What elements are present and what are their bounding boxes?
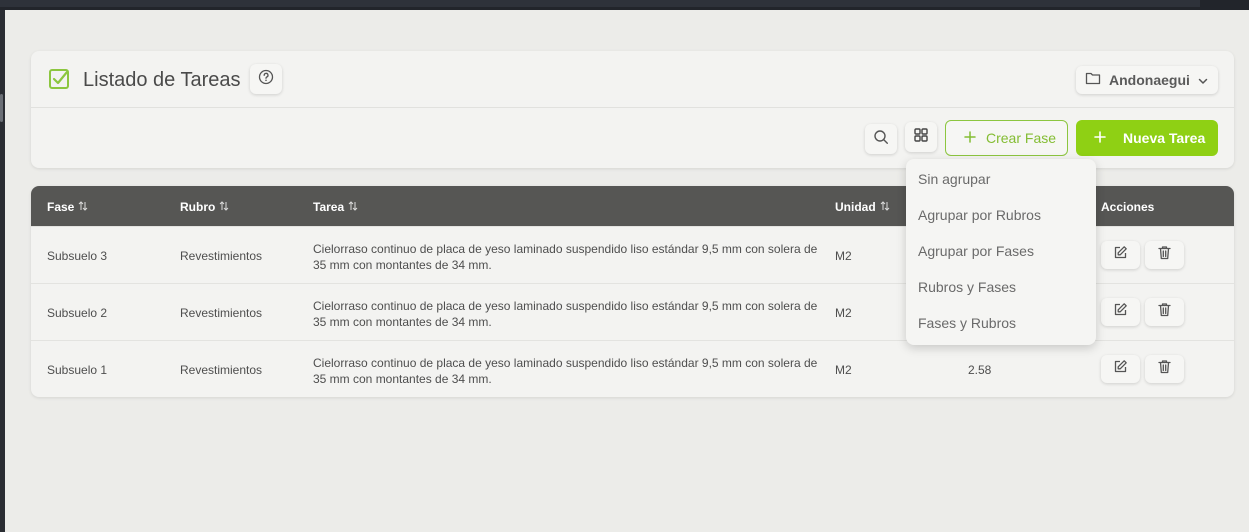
project-selector[interactable]: Andonaegui [1076, 66, 1218, 94]
column-label: Acciones [1101, 200, 1155, 214]
cell-tarea: Cielorraso continuo de placa de yeso lam… [313, 299, 818, 329]
folder-icon [1085, 71, 1101, 90]
help-icon [258, 69, 274, 90]
table-row[interactable]: Subsuelo 1 Revestimientos Cielorraso con… [31, 340, 1234, 397]
left-edge-panel [0, 10, 5, 532]
edit-icon [1113, 245, 1128, 265]
delete-button[interactable] [1145, 241, 1184, 269]
column-header-fase[interactable]: Fase [47, 200, 88, 214]
header-divider [31, 107, 1234, 108]
create-phase-label: Crear Fase [986, 130, 1057, 146]
column-header-acciones: Acciones [1101, 200, 1154, 214]
edit-button[interactable] [1101, 355, 1140, 383]
cell-rubro: Revestimientos [180, 306, 263, 320]
page-title: Listado de Tareas [83, 69, 241, 91]
edit-button[interactable] [1101, 298, 1140, 326]
column-label: Unidad [835, 200, 876, 214]
create-phase-button[interactable]: Crear Fase [945, 120, 1068, 156]
column-header-unidad[interactable]: Unidad [835, 200, 890, 214]
menu-item-rubros-y-fases[interactable]: Rubros y Fases [918, 279, 1016, 295]
sort-icon [880, 200, 890, 214]
cell-fase: Subsuelo 3 [47, 249, 108, 263]
edit-button[interactable] [1101, 241, 1140, 269]
column-header-tarea[interactable]: Tarea [313, 200, 358, 214]
search-icon [873, 129, 889, 150]
menu-item-sin-agrupar[interactable]: Sin agrupar [918, 171, 990, 187]
top-bar-inner [0, 0, 1200, 7]
new-task-button[interactable]: Nueva Tarea [1076, 120, 1218, 156]
column-label: Fase [47, 200, 75, 214]
cell-unidad: M2 [835, 363, 852, 377]
edit-icon [1113, 359, 1128, 379]
checklist-icon [48, 68, 70, 90]
chevron-down-icon [1197, 74, 1209, 92]
trash-icon [1157, 245, 1172, 265]
edit-icon [1113, 302, 1128, 322]
sort-icon [219, 200, 229, 214]
cell-rubro: Revestimientos [180, 249, 263, 263]
column-label: Rubro [180, 200, 216, 214]
plus-icon [1094, 130, 1106, 146]
cell-fase: Subsuelo 1 [47, 363, 108, 377]
sort-icon [78, 200, 88, 214]
cell-rubro: Revestimientos [180, 363, 263, 377]
cell-unidad: M2 [835, 249, 852, 263]
column-header-rubro[interactable]: Rubro [180, 200, 229, 214]
menu-item-agrupar-por-fases[interactable]: Agrupar por Fases [918, 243, 1034, 259]
column-label: Tarea [313, 200, 345, 214]
delete-button[interactable] [1145, 298, 1184, 326]
cell-unidad: M2 [835, 306, 852, 320]
cell-tarea: Cielorraso continuo de placa de yeso lam… [313, 242, 818, 272]
window-top-bar [0, 0, 1249, 10]
help-button[interactable] [250, 64, 282, 94]
plus-icon [964, 130, 976, 146]
search-button[interactable] [865, 124, 897, 154]
group-by-button[interactable] [905, 122, 937, 152]
project-name: Andonaegui [1109, 72, 1190, 88]
menu-item-agrupar-por-rubros[interactable]: Agrupar por Rubros [918, 207, 1041, 223]
grid-icon [913, 127, 929, 148]
resize-handle[interactable] [0, 94, 3, 122]
group-by-menu: Sin agrupar Agrupar por Rubros Agrupar p… [906, 159, 1096, 345]
cell-fase: Subsuelo 2 [47, 306, 108, 320]
cell-cantidad: 2.58 [968, 363, 992, 377]
menu-item-fases-y-rubros[interactable]: Fases y Rubros [918, 315, 1016, 331]
new-task-label: Nueva Tarea [1123, 130, 1206, 146]
delete-button[interactable] [1145, 355, 1184, 383]
cell-tarea: Cielorraso continuo de placa de yeso lam… [313, 356, 818, 386]
trash-icon [1157, 359, 1172, 379]
header-card: Listado de Tareas Andonaegui Crear Fase … [31, 51, 1234, 168]
trash-icon [1157, 302, 1172, 322]
sort-icon [348, 200, 358, 214]
